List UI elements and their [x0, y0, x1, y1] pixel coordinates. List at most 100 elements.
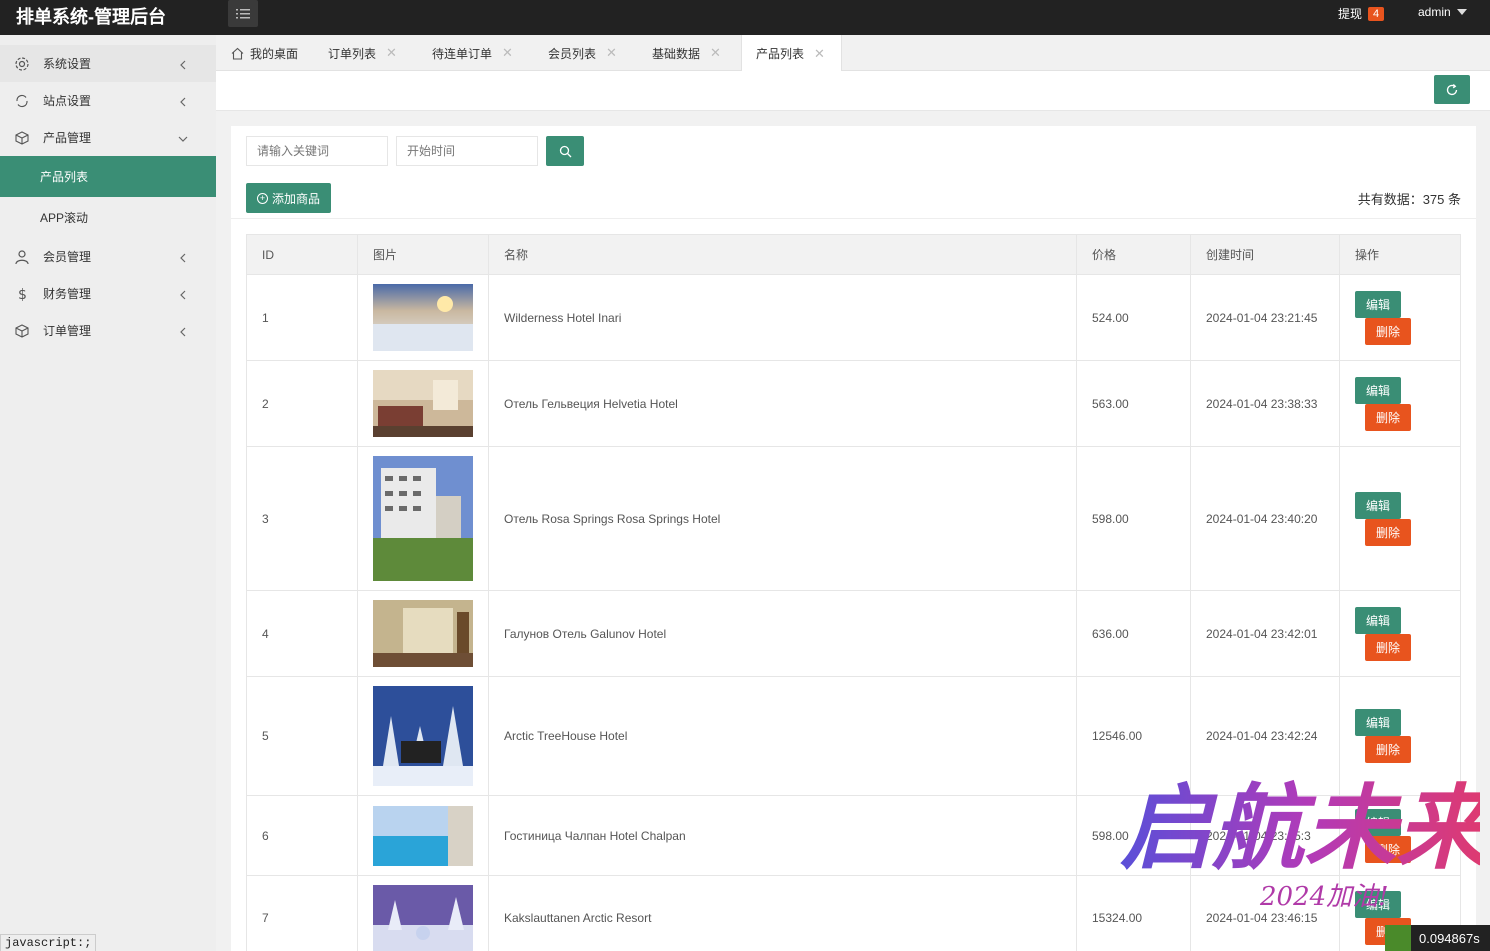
cell-name: Kakslauttanen Arctic Resort	[488, 875, 1077, 951]
delete-button[interactable]: 删除	[1365, 518, 1412, 546]
debug-leaf-icon	[1385, 925, 1411, 951]
table-row: 5 Arctic TreeHouse Hotel 12546.00 2024-0…	[246, 676, 1461, 796]
chevron-left-icon	[178, 326, 188, 336]
delete-button[interactable]: 删除	[1365, 317, 1412, 345]
column-header: 图片	[357, 234, 489, 275]
product-thumbnail	[373, 884, 473, 951]
edit-button[interactable]: 编辑	[1355, 606, 1402, 634]
tab-product-list[interactable]: 产品列表 ✕	[741, 35, 842, 72]
user-name: admin	[1418, 5, 1451, 19]
withdraw-link[interactable]: 提现 4	[1338, 5, 1385, 22]
add-product-label: 添加商品	[271, 191, 320, 206]
column-header: 价格	[1076, 234, 1191, 275]
table-row: 6 Гостиница Чалпан Hotel Chalpan 598.00 …	[246, 795, 1461, 876]
edit-button[interactable]: 编辑	[1355, 290, 1402, 318]
cell-name: Галунов Отель Galunov Hotel	[488, 590, 1077, 677]
tab-label: 会员列表	[548, 46, 597, 61]
cell-id: 3	[246, 446, 358, 591]
total-count: 共有数据：375 条	[1357, 192, 1461, 207]
tab-label: 订单列表	[328, 46, 377, 61]
product-thumbnail	[373, 370, 473, 437]
cell-price: 598.00	[1076, 446, 1191, 591]
tab-dashboard[interactable]: 我的桌面	[231, 35, 298, 71]
app-title: 排单系统-管理后台	[16, 7, 166, 27]
table-row: 4 Галунов Отель Galunov Hotel 636.00 202…	[246, 590, 1461, 677]
cell-created: 2024-01-04 23:21:45	[1190, 274, 1340, 361]
user-icon	[14, 249, 30, 265]
menu-toggle-button[interactable]	[228, 0, 258, 27]
refresh-button[interactable]	[1434, 75, 1470, 104]
cell-created: 2024-01-04 23:46:15	[1190, 875, 1340, 951]
cell-name: Отель Гельвеция Helvetia Hotel	[488, 360, 1077, 447]
delete-button[interactable]: 删除	[1365, 403, 1412, 431]
delete-button[interactable]: 删除	[1365, 835, 1412, 863]
cell-created: 2024-01-04 23:42:01	[1190, 590, 1340, 677]
cell-id: 1	[246, 274, 358, 361]
tab-member-list[interactable]: 会员列表 ✕	[548, 35, 617, 71]
sidebar-item-member-management[interactable]: 会员管理	[0, 238, 216, 275]
search-button[interactable]	[546, 136, 584, 166]
debug-timer-value: 0.094867s	[1419, 930, 1480, 946]
column-header: 操作	[1339, 234, 1461, 275]
table-row: 2 Отель Гельвеция Helvetia Hotel 563.00 …	[246, 360, 1461, 447]
add-product-button[interactable]: + 添加商品	[246, 183, 331, 213]
edit-button[interactable]: 编辑	[1355, 808, 1402, 836]
tab-basic-data[interactable]: 基础数据 ✕	[652, 35, 721, 71]
sidebar-item-label: 产品管理	[43, 131, 92, 145]
cell-price: 563.00	[1076, 360, 1191, 447]
delete-button[interactable]: 删除	[1365, 736, 1412, 763]
cell-name: Arctic TreeHouse Hotel	[488, 676, 1077, 796]
tab-order-list[interactable]: 订单列表 ✕	[328, 35, 397, 71]
cell-name: Wilderness Hotel Inari	[488, 274, 1077, 361]
withdraw-count-badge: 4	[1368, 6, 1385, 21]
top-header: 排单系统-管理后台 提现 4 admin	[0, 0, 1490, 35]
close-icon[interactable]: ✕	[606, 45, 617, 61]
user-menu[interactable]: admin	[1418, 5, 1467, 19]
close-icon[interactable]: ✕	[502, 45, 513, 61]
cell-name: Гостиница Чалпан Hotel Chalpan	[488, 795, 1077, 876]
sidebar-item-system-settings[interactable]: 系统设置	[0, 45, 216, 82]
box-icon	[14, 323, 30, 339]
gear-icon	[14, 56, 30, 72]
cell-price: 598.00	[1076, 795, 1191, 876]
close-icon[interactable]: ✕	[386, 45, 397, 61]
product-thumbnail	[373, 805, 473, 866]
cell-id: 6	[246, 795, 358, 876]
tab-pending-orders[interactable]: 待连单订单 ✕	[432, 35, 513, 71]
sidebar-item-site-settings[interactable]: 站点设置	[0, 82, 216, 119]
sidebar-item-product-list[interactable]: 产品列表	[0, 156, 216, 197]
edit-button[interactable]: 编辑	[1355, 491, 1402, 519]
debug-timer: 0.094867s	[1385, 925, 1490, 951]
edit-button[interactable]: 编辑	[1355, 376, 1402, 404]
tab-label: 待连单订单	[432, 46, 493, 61]
edit-button[interactable]: 编辑	[1355, 890, 1402, 918]
product-thumbnail	[373, 686, 473, 786]
start-date-input[interactable]	[396, 136, 538, 166]
delete-button[interactable]: 删除	[1365, 633, 1412, 661]
home-icon	[231, 47, 244, 60]
close-icon[interactable]: ✕	[710, 45, 721, 61]
edit-button[interactable]: 编辑	[1355, 709, 1402, 736]
column-header: 创建时间	[1190, 234, 1340, 275]
cell-created: 2024-01-04 23:40:20	[1190, 446, 1340, 591]
sidebar-item-product-management[interactable]: 产品管理	[0, 119, 216, 156]
tab-label: 我的桌面	[250, 46, 299, 61]
search-icon	[559, 145, 571, 157]
sidebar-item-app-scroll[interactable]: APP滚动	[0, 197, 216, 238]
cell-created: 2024-01-04 23:38:33	[1190, 360, 1340, 447]
refresh-icon	[1446, 83, 1458, 95]
tab-bar: 我的桌面 订单列表 ✕ 待连单订单 ✕ 会员列表 ✕ 基础数据 ✕ 产品列表 ✕	[216, 35, 1490, 72]
product-table: ID 图片 名称 价格 创建时间 操作 1 Wilderness Hotel I…	[246, 234, 1461, 951]
dollar-icon: $	[14, 286, 30, 303]
chevron-left-icon	[178, 289, 188, 299]
sidebar-item-order-management[interactable]: 订单管理	[0, 312, 216, 349]
sidebar-item-finance-management[interactable]: $ 财务管理	[0, 275, 216, 312]
withdraw-label: 提现	[1338, 7, 1363, 21]
keyword-input[interactable]	[246, 136, 388, 166]
cell-id: 5	[246, 676, 358, 796]
cell-price: 15324.00	[1076, 875, 1191, 951]
close-icon[interactable]: ✕	[814, 46, 825, 62]
chevron-down-icon	[178, 133, 188, 143]
caret-down-icon	[1456, 9, 1467, 15]
sidebar-item-label: 财务管理	[43, 287, 92, 301]
